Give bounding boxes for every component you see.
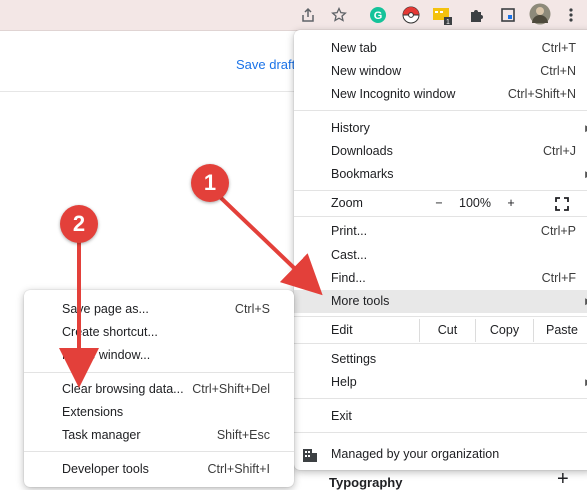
arrow-to-more-tools — [217, 194, 323, 296]
annotation-badge-2: 2 — [60, 205, 98, 243]
annotation-arrows — [59, 194, 323, 388]
annotation-badge-1: 1 — [191, 164, 229, 202]
